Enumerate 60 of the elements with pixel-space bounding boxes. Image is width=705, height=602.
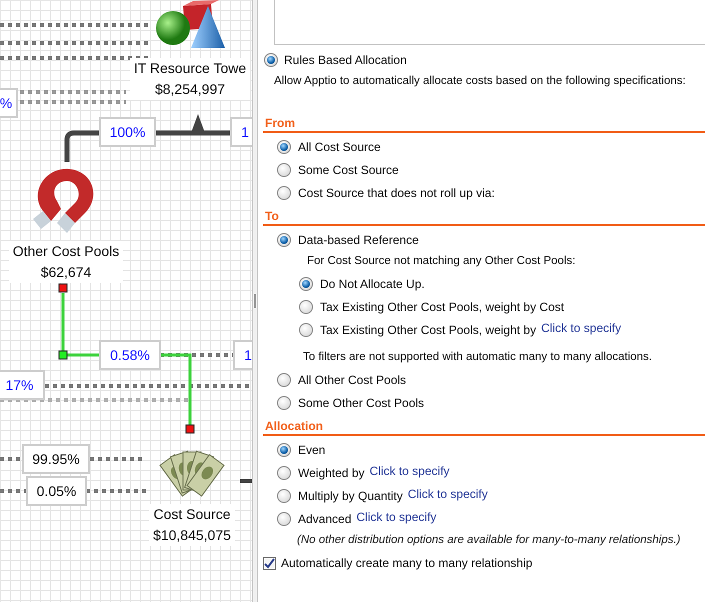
option-label: Weighted by: [298, 464, 364, 482]
radio-button[interactable]: [299, 300, 313, 314]
section-header: Allocation: [263, 418, 705, 436]
node-name: IT Resource Towe: [134, 59, 246, 78]
radio-button[interactable]: [299, 322, 313, 336]
section-header: To: [263, 208, 705, 226]
specify-link[interactable]: Click to specify: [408, 485, 488, 503]
percentage-label: 1: [233, 340, 252, 370]
checkmark-icon: [264, 558, 275, 568]
note-text: To filters are not supported with automatic many to many allocations.: [302, 350, 654, 365]
radio-button[interactable]: [277, 466, 291, 480]
radio-button[interactable]: [277, 186, 291, 200]
option-label: Even: [298, 442, 326, 458]
option-label: Some Cost Source: [298, 162, 399, 178]
connector-handle[interactable]: [58, 350, 68, 360]
option-label: Tax Existing Other Cost Pools, weight by: [320, 322, 536, 338]
hint-text: (No other distribution options are available for many-to-many relationships.): [296, 533, 682, 548]
percentage-label: 0.05%: [26, 476, 87, 506]
option-label: Advanced: [298, 510, 352, 528]
node-amount: $10,845,075: [153, 526, 231, 545]
option-label: Tax Existing Other Cost Pools, weight by Cost: [320, 298, 564, 316]
note-text: For Cost Source not matching any Other Cost Pools:: [306, 254, 576, 269]
connector-stub: [240, 479, 252, 483]
radio-button[interactable]: [277, 488, 291, 502]
option-label: Do Not Allocate Up.: [320, 276, 425, 292]
option-label: All Cost Source: [298, 138, 381, 156]
connector-handle[interactable]: [186, 424, 194, 434]
option-label: Cost Source that does not roll up via:: [298, 184, 495, 202]
option-label: Multiply by Quantity: [298, 488, 403, 504]
checkbox[interactable]: [263, 556, 276, 570]
percentage-label: 100%: [99, 117, 156, 147]
option-label: All Other Cost Pools: [298, 372, 406, 388]
percentage-label: 99.95%: [22, 444, 90, 474]
node-name: Cost Source: [153, 505, 231, 524]
radio-button[interactable]: [277, 162, 291, 176]
option-label: Data-based Reference: [298, 232, 419, 248]
radio-button[interactable]: [277, 512, 291, 526]
node-amount: $8,254,997: [154, 80, 226, 99]
node-name: Other Cost Pools: [12, 242, 120, 261]
radio-button[interactable]: [264, 53, 278, 67]
section-header: From: [263, 115, 705, 133]
percentage-label: %: [0, 88, 18, 118]
percentage-label: 1: [230, 117, 252, 147]
option-label: Rules Based Allocation: [284, 52, 407, 69]
radio-button[interactable]: [277, 372, 291, 386]
specify-link[interactable]: Click to specify: [356, 508, 436, 526]
checkbox-label: Automatically create many to many relationship: [281, 555, 532, 572]
radio-button[interactable]: [277, 396, 291, 410]
specify-link[interactable]: Click to specify: [370, 462, 450, 480]
radio-button[interactable]: [299, 276, 313, 290]
connector-handle[interactable]: [58, 284, 68, 292]
percentage-label: 0.58%: [99, 340, 161, 370]
option-label: Some Other Cost Pools: [298, 394, 424, 412]
specify-link[interactable]: Click to specify: [541, 319, 622, 337]
radio-button[interactable]: [277, 442, 291, 456]
radio-button[interactable]: [277, 140, 291, 154]
node-amount: $62,674: [40, 263, 92, 282]
radio-button[interactable]: [277, 232, 291, 246]
description-text: Allow Apptio to automatically allocate costs based on the following specifications:: [273, 74, 687, 89]
percentage-label: 17%: [0, 370, 45, 400]
